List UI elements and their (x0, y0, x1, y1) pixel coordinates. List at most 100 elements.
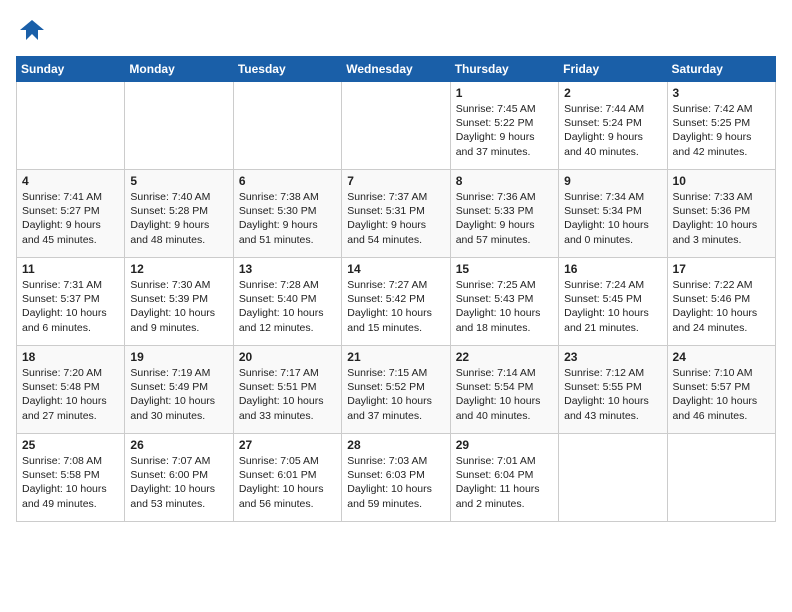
day-info: Sunrise: 7:42 AM Sunset: 5:25 PM Dayligh… (673, 102, 770, 159)
calendar-cell: 14 Sunrise: 7:27 AM Sunset: 5:42 PM Dayli… (342, 258, 450, 346)
day-header-sunday: Sunday (17, 57, 125, 82)
calendar-cell: 20 Sunrise: 7:17 AM Sunset: 5:51 PM Dayli… (233, 346, 341, 434)
calendar-cell: 3 Sunrise: 7:42 AM Sunset: 5:25 PM Daylig… (667, 82, 775, 170)
day-number: 27 (239, 438, 336, 452)
calendar-cell: 25 Sunrise: 7:08 AM Sunset: 5:58 PM Dayli… (17, 434, 125, 522)
calendar-cell: 26Sunrise: 7:07 AM Sunset: 6:00 PM Dayli… (125, 434, 233, 522)
calendar-cell: 23 Sunrise: 7:12 AM Sunset: 5:55 PM Dayli… (559, 346, 667, 434)
calendar-cell (342, 82, 450, 170)
calendar-cell: 12Sunrise: 7:30 AM Sunset: 5:39 PM Dayli… (125, 258, 233, 346)
calendar-cell: 6 Sunrise: 7:38 AM Sunset: 5:30 PM Daylig… (233, 170, 341, 258)
day-number: 25 (22, 438, 119, 452)
calendar-cell: 8 Sunrise: 7:36 AM Sunset: 5:33 PM Daylig… (450, 170, 558, 258)
day-number: 11 (22, 262, 119, 276)
day-number: 21 (347, 350, 444, 364)
day-number: 8 (456, 174, 553, 188)
calendar-cell (17, 82, 125, 170)
day-number: 6 (239, 174, 336, 188)
calendar-header-row: SundayMondayTuesdayWednesdayThursdayFrid… (17, 57, 776, 82)
day-header-wednesday: Wednesday (342, 57, 450, 82)
day-info: Sunrise: 7:12 AM Sunset: 5:55 PM Dayligh… (564, 366, 661, 423)
calendar-week-row: 4 Sunrise: 7:41 AM Sunset: 5:27 PM Daylig… (17, 170, 776, 258)
calendar-cell: 27Sunrise: 7:05 AM Sunset: 6:01 PM Dayli… (233, 434, 341, 522)
day-number: 24 (673, 350, 770, 364)
day-info: Sunrise: 7:31 AM Sunset: 5:37 PM Dayligh… (22, 278, 119, 335)
calendar-table: SundayMondayTuesdayWednesdayThursdayFrid… (16, 56, 776, 522)
calendar-week-row: 18Sunrise: 7:20 AM Sunset: 5:48 PM Dayli… (17, 346, 776, 434)
day-info: Sunrise: 7:19 AM Sunset: 5:49 PM Dayligh… (130, 366, 227, 423)
calendar-cell (233, 82, 341, 170)
day-header-tuesday: Tuesday (233, 57, 341, 82)
day-info: Sunrise: 7:45 AM Sunset: 5:22 PM Dayligh… (456, 102, 553, 159)
day-number: 9 (564, 174, 661, 188)
calendar-cell: 17 Sunrise: 7:22 AM Sunset: 5:46 PM Dayli… (667, 258, 775, 346)
day-info: Sunrise: 7:17 AM Sunset: 5:51 PM Dayligh… (239, 366, 336, 423)
calendar-cell: 21 Sunrise: 7:15 AM Sunset: 5:52 PM Dayli… (342, 346, 450, 434)
day-number: 13 (239, 262, 336, 276)
day-number: 4 (22, 174, 119, 188)
calendar-cell: 11 Sunrise: 7:31 AM Sunset: 5:37 PM Dayli… (17, 258, 125, 346)
day-info: Sunrise: 7:22 AM Sunset: 5:46 PM Dayligh… (673, 278, 770, 335)
calendar-week-row: 1 Sunrise: 7:45 AM Sunset: 5:22 PM Daylig… (17, 82, 776, 170)
calendar-cell: 2Sunrise: 7:44 AM Sunset: 5:24 PM Daylig… (559, 82, 667, 170)
calendar-cell (667, 434, 775, 522)
day-number: 7 (347, 174, 444, 188)
calendar-cell: 28 Sunrise: 7:03 AM Sunset: 6:03 PM Dayli… (342, 434, 450, 522)
day-info: Sunrise: 7:34 AM Sunset: 5:34 PM Dayligh… (564, 190, 661, 247)
day-info: Sunrise: 7:14 AM Sunset: 5:54 PM Dayligh… (456, 366, 553, 423)
day-number: 23 (564, 350, 661, 364)
calendar-cell: 7 Sunrise: 7:37 AM Sunset: 5:31 PM Daylig… (342, 170, 450, 258)
calendar-week-row: 25 Sunrise: 7:08 AM Sunset: 5:58 PM Dayli… (17, 434, 776, 522)
calendar-cell: 29 Sunrise: 7:01 AM Sunset: 6:04 PM Dayli… (450, 434, 558, 522)
day-info: Sunrise: 7:40 AM Sunset: 5:28 PM Dayligh… (130, 190, 227, 247)
day-number: 20 (239, 350, 336, 364)
calendar-cell: 5 Sunrise: 7:40 AM Sunset: 5:28 PM Daylig… (125, 170, 233, 258)
calendar-cell: 22 Sunrise: 7:14 AM Sunset: 5:54 PM Dayli… (450, 346, 558, 434)
day-info: Sunrise: 7:25 AM Sunset: 5:43 PM Dayligh… (456, 278, 553, 335)
day-info: Sunrise: 7:38 AM Sunset: 5:30 PM Dayligh… (239, 190, 336, 247)
day-number: 5 (130, 174, 227, 188)
day-number: 1 (456, 86, 553, 100)
day-info: Sunrise: 7:41 AM Sunset: 5:27 PM Dayligh… (22, 190, 119, 247)
day-info: Sunrise: 7:15 AM Sunset: 5:52 PM Dayligh… (347, 366, 444, 423)
calendar-cell: 19 Sunrise: 7:19 AM Sunset: 5:49 PM Dayli… (125, 346, 233, 434)
day-number: 17 (673, 262, 770, 276)
calendar-cell: 4 Sunrise: 7:41 AM Sunset: 5:27 PM Daylig… (17, 170, 125, 258)
day-info: Sunrise: 7:36 AM Sunset: 5:33 PM Dayligh… (456, 190, 553, 247)
day-number: 15 (456, 262, 553, 276)
day-info: Sunrise: 7:33 AM Sunset: 5:36 PM Dayligh… (673, 190, 770, 247)
day-number: 3 (673, 86, 770, 100)
day-info: Sunrise: 7:03 AM Sunset: 6:03 PM Dayligh… (347, 454, 444, 511)
day-number: 12 (130, 262, 227, 276)
day-info: Sunrise: 7:08 AM Sunset: 5:58 PM Dayligh… (22, 454, 119, 511)
day-info: Sunrise: 7:37 AM Sunset: 5:31 PM Dayligh… (347, 190, 444, 247)
day-number: 2 (564, 86, 661, 100)
day-number: 19 (130, 350, 227, 364)
calendar-cell: 13Sunrise: 7:28 AM Sunset: 5:40 PM Dayli… (233, 258, 341, 346)
day-info: Sunrise: 7:07 AM Sunset: 6:00 PM Dayligh… (130, 454, 227, 511)
calendar-cell: 15 Sunrise: 7:25 AM Sunset: 5:43 PM Dayli… (450, 258, 558, 346)
day-header-monday: Monday (125, 57, 233, 82)
day-number: 22 (456, 350, 553, 364)
day-info: Sunrise: 7:10 AM Sunset: 5:57 PM Dayligh… (673, 366, 770, 423)
day-number: 28 (347, 438, 444, 452)
day-header-thursday: Thursday (450, 57, 558, 82)
calendar-cell (559, 434, 667, 522)
calendar-cell: 10 Sunrise: 7:33 AM Sunset: 5:36 PM Dayli… (667, 170, 775, 258)
day-info: Sunrise: 7:24 AM Sunset: 5:45 PM Dayligh… (564, 278, 661, 335)
logo-bird-icon (18, 16, 46, 44)
logo (16, 16, 46, 44)
day-number: 10 (673, 174, 770, 188)
day-number: 14 (347, 262, 444, 276)
calendar-cell: 18Sunrise: 7:20 AM Sunset: 5:48 PM Dayli… (17, 346, 125, 434)
calendar-cell: 16 Sunrise: 7:24 AM Sunset: 5:45 PM Dayli… (559, 258, 667, 346)
page-header (16, 16, 776, 44)
day-number: 16 (564, 262, 661, 276)
calendar-cell: 9 Sunrise: 7:34 AM Sunset: 5:34 PM Daylig… (559, 170, 667, 258)
calendar-week-row: 11 Sunrise: 7:31 AM Sunset: 5:37 PM Dayli… (17, 258, 776, 346)
calendar-cell: 24 Sunrise: 7:10 AM Sunset: 5:57 PM Dayli… (667, 346, 775, 434)
day-header-saturday: Saturday (667, 57, 775, 82)
day-number: 29 (456, 438, 553, 452)
day-info: Sunrise: 7:01 AM Sunset: 6:04 PM Dayligh… (456, 454, 553, 511)
day-info: Sunrise: 7:27 AM Sunset: 5:42 PM Dayligh… (347, 278, 444, 335)
